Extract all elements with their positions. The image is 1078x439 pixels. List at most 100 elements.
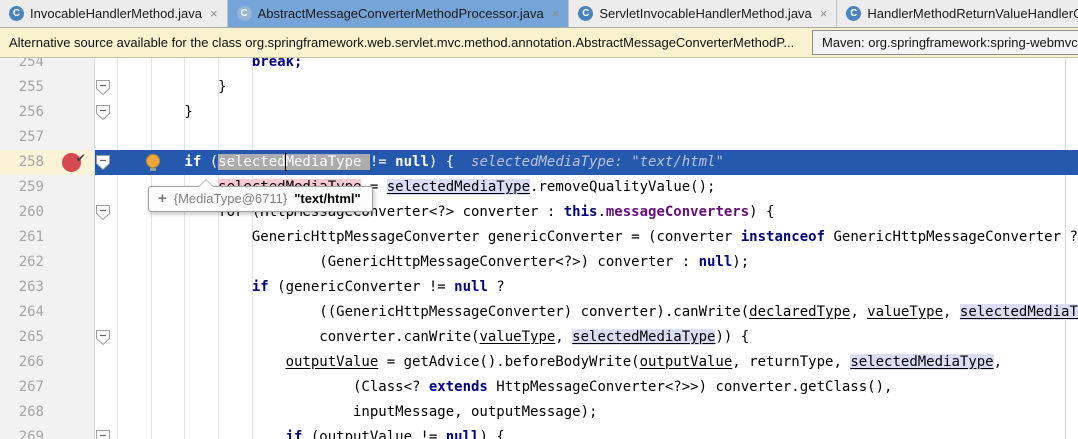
selected-token: MediaType [286, 154, 370, 170]
code-text[interactable]: GenericHttpMessageConverter genericConve… [112, 225, 1078, 250]
code-line: 264 ((GenericHttpMessageConverter) conver… [0, 300, 1078, 325]
code-token: GenericHttpMessageConverter genericConve… [252, 229, 741, 245]
banner-message: Alternative source available for the cla… [9, 35, 794, 50]
line-number: 264 [0, 300, 44, 325]
code-line: 268inputMessage, outputMessage); [0, 400, 1078, 425]
gutter-cell: 256 [0, 100, 95, 125]
intention-bulb-icon[interactable] [146, 154, 160, 168]
gutter-cell: 254 [0, 58, 95, 75]
tab-close-icon[interactable]: × [552, 7, 560, 20]
code-token: declaredType [749, 304, 850, 320]
code-editor[interactable]: 254break;255}256}257258if (selectedMedia… [0, 58, 1078, 439]
code-token: if [252, 279, 269, 295]
editor-tab[interactable]: CHandlerMethodReturnValueHandlerCom× [837, 0, 1078, 27]
code-token: selectedMediaType [850, 354, 993, 370]
code-token: } [218, 79, 226, 95]
code-line: 261GenericHttpMessageConverter genericCo… [0, 225, 1078, 250]
fold-region-icon[interactable] [95, 154, 111, 176]
code-text[interactable]: if (selectedMediaType != null) { selecte… [112, 150, 1078, 175]
code-token: extends [429, 379, 488, 395]
line-number: 265 [0, 325, 44, 350]
fold-region-icon[interactable] [95, 429, 111, 439]
code-text[interactable] [112, 125, 1078, 150]
code-token: , [555, 329, 572, 345]
code-token: ); [732, 254, 749, 270]
code-token: ) { [479, 429, 504, 439]
source-selector-dropdown[interactable]: Maven: org.springframework:spring-webmvc… [812, 30, 1078, 55]
code-line: 257 [0, 125, 1078, 150]
code-text[interactable]: (Class<? extends HttpMessageConverter<?>… [112, 375, 1078, 400]
fold-strip [95, 75, 112, 100]
fold-strip [95, 175, 112, 200]
code-token: null [395, 154, 429, 170]
code-token: break; [252, 58, 303, 70]
line-number: 259 [0, 175, 44, 200]
fold-strip [95, 100, 112, 125]
code-token: if [286, 429, 303, 439]
code-token: null [446, 429, 480, 439]
code-text[interactable]: if (genericConverter != null ? [112, 275, 1078, 300]
fold-strip [95, 425, 112, 439]
editor-tab[interactable]: C InvocableHandlerMethod.java × [0, 0, 228, 27]
editor-tab[interactable]: CServletInvocableHandlerMethod.java× [569, 0, 837, 27]
line-number: 269 [0, 425, 44, 439]
fold-strip [95, 350, 112, 375]
expand-plus-icon[interactable]: + [158, 191, 167, 206]
code-token: ( [302, 429, 319, 439]
fold-strip [95, 300, 112, 325]
code-line: 266outputValue = getAdvice().beforeBodyW… [0, 350, 1078, 375]
line-number: 256 [0, 100, 44, 125]
code-token: = getAdvice().beforeBodyWrite( [378, 354, 639, 370]
code-text[interactable]: outputValue = getAdvice().beforeBodyWrit… [112, 350, 1078, 375]
gutter-cell: 260 [0, 200, 95, 225]
code-line: 256} [0, 100, 1078, 125]
selected-token: selected [218, 154, 285, 170]
tab-close-icon[interactable]: × [820, 7, 828, 20]
code-token: (genericConverter != [269, 279, 454, 295]
fold-region-icon[interactable] [95, 204, 111, 226]
code-token: ) { [749, 204, 774, 220]
code-token: null [454, 279, 488, 295]
code-token: ? [488, 279, 505, 295]
code-token: GenericHttpMessageConverter ? [825, 229, 1078, 245]
code-text[interactable]: break; [112, 58, 1078, 75]
code-text[interactable]: } [112, 75, 1078, 100]
class-icon: C [9, 6, 24, 21]
code-token: outputValue [640, 354, 733, 370]
code-text[interactable]: ((GenericHttpMessageConverter) converter… [112, 300, 1078, 325]
code-line: 263if (genericConverter != null ? [0, 275, 1078, 300]
fold-region-icon[interactable] [95, 329, 111, 351]
line-number: 260 [0, 200, 44, 225]
code-text[interactable]: } [112, 100, 1078, 125]
tab-label: AbstractMessageConverterMethodProcessor.… [258, 6, 544, 21]
fold-strip [95, 275, 112, 300]
code-token: , [994, 354, 1002, 370]
code-text[interactable]: inputMessage, outputMessage); [112, 400, 1078, 425]
gutter-cell: 267 [0, 375, 95, 400]
line-number: 258 [0, 150, 44, 175]
line-number: 267 [0, 375, 44, 400]
tab-close-icon[interactable]: × [210, 7, 218, 20]
fold-strip [95, 250, 112, 275]
breakpoint-verified-icon[interactable] [62, 153, 81, 172]
code-token: , [943, 304, 960, 320]
code-text[interactable]: (GenericHttpMessageConverter<?>) convert… [112, 250, 1078, 275]
gutter-cell: 255 [0, 75, 95, 100]
gutter-cell: 258 [0, 150, 95, 175]
code-text[interactable]: if (outputValue != null) { [112, 425, 1078, 439]
fold-region-icon[interactable] [95, 79, 111, 101]
code-token: valueType [867, 304, 943, 320]
tab-label: InvocableHandlerMethod.java [30, 6, 202, 21]
line-number: 254 [0, 58, 44, 75]
fold-strip [95, 125, 112, 150]
line-number: 255 [0, 75, 44, 100]
gutter-cell: 262 [0, 250, 95, 275]
code-token: != [412, 429, 446, 439]
fold-region-icon[interactable] [95, 104, 111, 126]
code-text[interactable]: converter.canWrite(valueType, selectedMe… [112, 325, 1078, 350]
code-token: ((GenericHttpMessageConverter) converter… [319, 304, 749, 320]
code-token: if [184, 154, 201, 170]
code-line: 265 converter.canWrite(valueType, selecte… [0, 325, 1078, 350]
code-token: selectedMediaType [960, 304, 1078, 320]
editor-tab[interactable]: CAbstractMessageConverterMethodProcessor… [228, 0, 570, 27]
